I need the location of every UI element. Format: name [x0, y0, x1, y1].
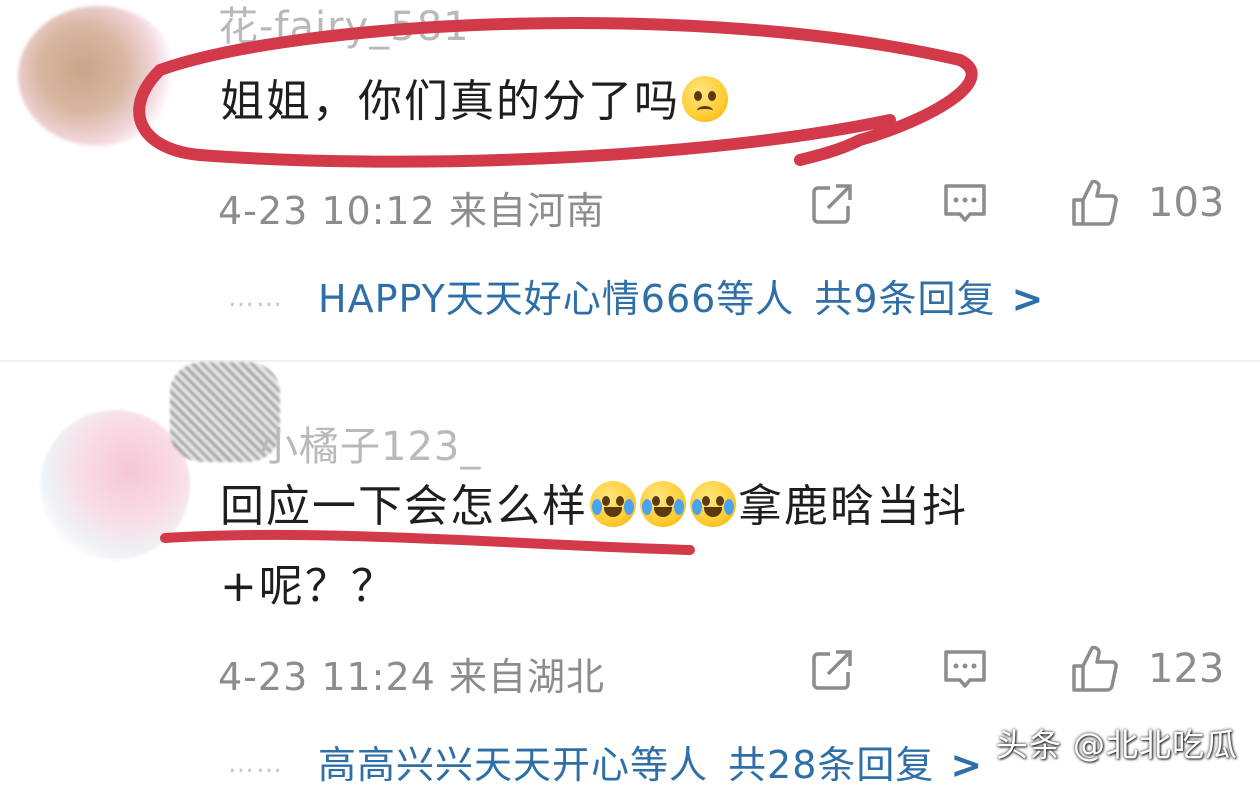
reply-names[interactable]: HAPPY天天好心情666等人 [318, 277, 794, 321]
laugh-cry-icon [590, 481, 636, 527]
comment-text: 回应一下会怎么样 拿鹿晗当抖 +呢？？ [220, 467, 1120, 627]
share-icon[interactable] [808, 178, 858, 228]
share-icon[interactable] [808, 644, 858, 694]
comment-text-body: 回应一下会怎么样 [220, 481, 588, 532]
comment-reply-icon[interactable] [940, 178, 990, 228]
comment-meta: 4-23 10:12 来自河南 [218, 180, 605, 235]
avatar[interactable] [18, 6, 178, 146]
reply-names[interactable]: 高高兴兴天天开心等人 [318, 743, 708, 787]
reply-dots: …… [228, 749, 284, 779]
comment-location: 来自河南 [448, 189, 605, 233]
like-count: 103 [1148, 180, 1225, 226]
comment-time: 4-23 10:12 [218, 189, 436, 233]
chevron-right-icon[interactable]: > [950, 743, 983, 787]
comment-time: 4-23 11:24 [218, 655, 436, 699]
comment-item: 花-fairy_581 姐姐，你们真的分了吗 4-23 10:12 来自河南 1… [0, 0, 1260, 360]
comment-actions: 103 [800, 172, 1240, 232]
comment-text-line2: +呢？？ [220, 561, 397, 612]
comment-username[interactable]: 小橘子123_ [258, 414, 481, 472]
comment-actions: 123 [800, 638, 1240, 698]
comment-text-body: 姐姐，你们真的分了吗 [220, 76, 680, 127]
like-count: 123 [1148, 646, 1225, 692]
reply-preview[interactable]: …… 高高兴兴天天开心等人 共28条回复 > [228, 734, 983, 789]
reply-preview[interactable]: …… HAPPY天天好心情666等人 共9条回复 > [228, 268, 1044, 323]
thumbs-up-icon[interactable] [1070, 178, 1120, 228]
comment-meta: 4-23 11:24 来自湖北 [218, 646, 605, 701]
pleading-face-icon [682, 76, 728, 122]
reply-dots: …… [228, 283, 284, 313]
comment-reply-icon[interactable] [940, 644, 990, 694]
comment-location: 来自湖北 [448, 655, 605, 699]
thumbs-up-icon[interactable] [1070, 644, 1120, 694]
reply-total[interactable]: 共28条回复 [728, 743, 934, 787]
reply-total[interactable]: 共9条回复 [814, 277, 995, 321]
comment-username[interactable]: 花-fairy_581 [218, 0, 470, 52]
avatar[interactable] [40, 410, 190, 560]
chevron-right-icon[interactable]: > [1012, 277, 1045, 321]
laugh-cry-icon [640, 481, 686, 527]
comment-text-body: 拿鹿晗当抖 [738, 481, 968, 532]
laugh-cry-icon [690, 481, 736, 527]
comment-text: 姐姐，你们真的分了吗 [220, 62, 730, 142]
watermark: 头条 @北北吃瓜 [995, 726, 1238, 764]
